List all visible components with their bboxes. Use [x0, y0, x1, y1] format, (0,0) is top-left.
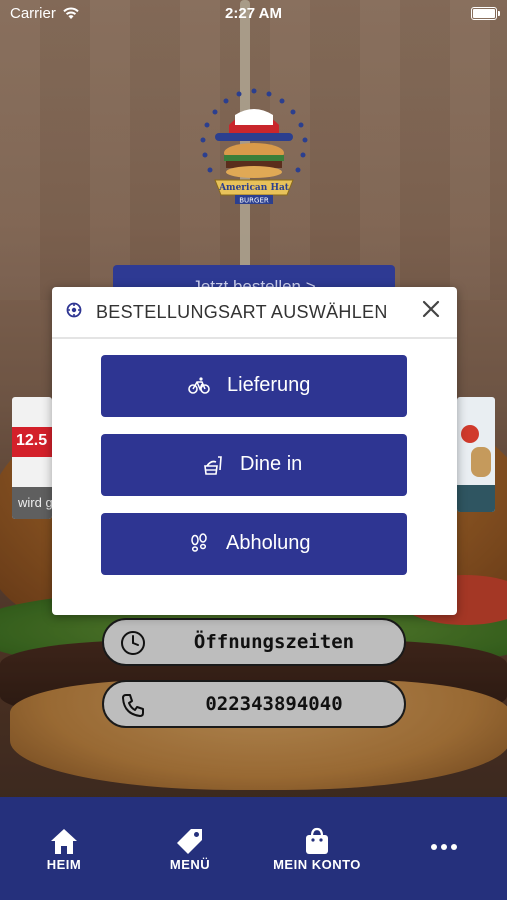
tab-menu-label: MENÜ	[169, 857, 211, 872]
more-dots-icon	[431, 844, 457, 850]
phone-button[interactable]: 022343894040	[102, 680, 406, 728]
modal-header: BESTELLUNGSART AUSWÄHLEN	[52, 287, 457, 339]
phone-icon	[122, 694, 144, 717]
promo-card-right[interactable]	[457, 397, 495, 512]
opening-hours-label: Öffnungszeiten	[193, 631, 355, 653]
food-image-wrap	[471, 447, 491, 477]
order-type-modal: BESTELLUNGSART AUSWÄHLEN Lieferung Dine …	[52, 287, 457, 615]
promo-card-left[interactable]: 12.5 wird g	[12, 397, 52, 519]
promo-strip	[457, 485, 495, 512]
modal-title: BESTELLUNGSART AUSWÄHLEN	[96, 302, 388, 322]
tab-menu[interactable]: MENÜ	[150, 797, 230, 900]
logo-subtext: BURGER	[239, 197, 269, 205]
bicycle-icon	[188, 377, 210, 394]
battery-icon	[471, 7, 500, 20]
food-image	[461, 425, 479, 443]
delivery-option-button[interactable]: Lieferung	[101, 355, 407, 417]
fastfood-icon	[204, 456, 222, 475]
bottom-tab-bar: HEIM MENÜ MEIN KONTO	[0, 797, 507, 900]
pickup-option-label: Abholung	[226, 532, 311, 554]
tab-account-label: MEIN KONTO	[273, 857, 361, 872]
dine-in-option-label: Dine in	[240, 453, 303, 475]
restaurant-logo: American Hat BURGER	[200, 88, 308, 205]
shopping-bag-icon	[306, 827, 328, 854]
footsteps-icon	[191, 533, 207, 552]
dine-in-option-button[interactable]: Dine in	[101, 434, 407, 496]
clock-icon	[121, 631, 145, 655]
close-icon[interactable]	[420, 298, 442, 320]
pickup-option-button[interactable]: Abholung	[101, 513, 407, 575]
tab-more[interactable]	[414, 797, 474, 900]
tab-home-label: HEIM	[46, 857, 82, 872]
tab-home[interactable]: HEIM	[24, 797, 104, 900]
tag-icon	[177, 829, 202, 854]
status-bar: Carrier 2:27 AM	[0, 0, 507, 28]
phone-number: 022343894040	[205, 693, 343, 715]
promo-price: 12.5	[12, 427, 52, 457]
home-icon	[51, 829, 77, 854]
clock: 2:27 AM	[225, 5, 282, 22]
promo-caption: wird g	[12, 487, 52, 519]
tab-account[interactable]: MEIN KONTO	[262, 797, 372, 900]
settings-icon	[66, 302, 82, 318]
logo-text: American Hat	[218, 183, 290, 193]
delivery-option-label: Lieferung	[227, 374, 311, 396]
opening-hours-button[interactable]: Öffnungszeiten	[102, 618, 406, 666]
